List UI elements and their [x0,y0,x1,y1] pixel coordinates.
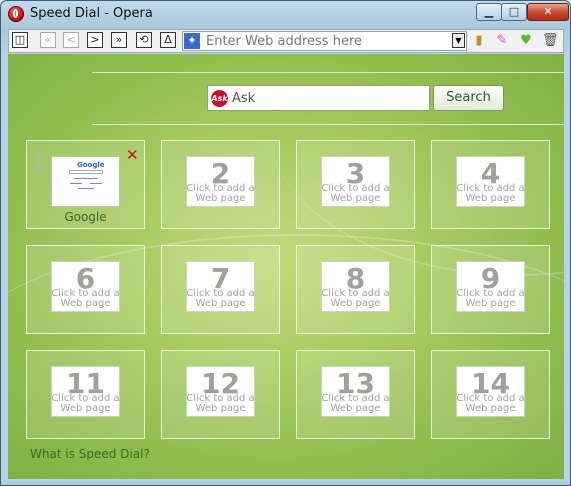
navigation-toolbar: ◫ « < > » ⟲ Δ ✦ Enter Web address here ▼… [8,29,564,53]
speed-dial-cell-12[interactable]: 12 Click to add a Web page [161,350,280,439]
add-page-hint: Click to add a Web page [51,393,120,414]
window-frame-bottom [1,479,570,485]
add-page-hint: Click to add a Web page [456,393,525,414]
divider [92,124,564,125]
notes-icon[interactable]: ▮ [471,33,487,49]
thumbnail-line [70,183,82,184]
dial-number: 1 [33,151,46,175]
speed-dial-page: Ask Ask Search 1 Google ✕ Google 2 Click… [8,54,564,479]
speed-dial-cell-11[interactable]: 11 Click to add a Web page [26,350,145,439]
add-page-hint: Click to add a Web page [321,183,390,204]
thumbnail-line [74,178,98,179]
wand-icon[interactable]: ✎ [494,33,510,49]
speed-dial-cell-3[interactable]: 3 Click to add a Web page [296,140,415,229]
speed-dial-cell-14[interactable]: 14 Click to add a Web page [431,350,550,439]
reload-button[interactable]: ⟲ [136,32,152,48]
opera-link-icon[interactable]: ♥ [518,33,534,49]
rewind-button[interactable]: « [40,32,56,48]
add-page-hint: Click to add a Web page [186,183,255,204]
dial-label[interactable]: Google [27,210,144,224]
title-bar[interactable]: Speed Dial - Opera ▁ □ ✕ [1,1,570,27]
address-input[interactable]: Enter Web address here [206,34,362,49]
thumbnail-logo: Google [77,161,105,169]
minimize-button[interactable]: ▁ [476,3,502,21]
address-bar[interactable]: ✦ Enter Web address here [182,31,467,51]
panels-toggle-button[interactable]: ◫ [12,32,28,48]
back-button[interactable]: < [63,32,79,48]
ask-logo-icon: Ask [211,90,228,107]
forward-button[interactable]: > [87,32,103,48]
browser-window: Speed Dial - Opera ▁ □ ✕ ◫ « < > » ⟲ Δ ✦… [0,0,571,486]
thumbnail-line [90,183,102,184]
speed-dial-cell-6[interactable]: 6 Click to add a Web page [26,245,145,334]
speed-dial-cell-7[interactable]: 7 Click to add a Web page [161,245,280,334]
speed-dial-cell-2[interactable]: 2 Click to add a Web page [161,140,280,229]
divider [92,72,564,73]
thumbnail-line [78,188,94,189]
speed-dial-cell-1[interactable]: 1 Google ✕ Google [26,140,145,229]
google-thumbnail: Google [51,156,120,207]
add-page-hint: Click to add a Web page [186,393,255,414]
speed-dial-page-icon: ✦ [184,33,200,49]
add-page-hint: Click to add a Web page [456,288,525,309]
address-dropdown-button[interactable]: ▼ [452,33,465,48]
remove-dial-icon[interactable]: ✕ [126,146,139,164]
add-page-hint: Click to add a Web page [51,288,120,309]
fast-forward-button[interactable]: » [111,32,127,48]
speed-dial-cell-9[interactable]: 9 Click to add a Web page [431,245,550,334]
trash-icon[interactable]: 🗑 [542,33,559,49]
opera-logo-icon [8,6,24,22]
close-button[interactable]: ✕ [527,3,569,21]
speed-dial-cell-8[interactable]: 8 Click to add a Web page [296,245,415,334]
window-title: Speed Dial - Opera [30,6,153,21]
speed-dial-cell-4[interactable]: 4 Click to add a Web page [431,140,550,229]
thumbnail-searchbar [69,170,103,174]
add-page-hint: Click to add a Web page [456,183,525,204]
home-button[interactable]: Δ [160,32,176,48]
search-button[interactable]: Search [433,85,504,111]
add-page-hint: Click to add a Web page [321,288,390,309]
speed-dial-cell-13[interactable]: 13 Click to add a Web page [296,350,415,439]
search-input[interactable]: Ask [232,91,255,106]
add-page-hint: Click to add a Web page [186,288,255,309]
search-field[interactable]: Ask Ask [207,85,430,111]
what-is-speed-dial-link[interactable]: What is Speed Dial? [30,447,150,461]
add-page-hint: Click to add a Web page [321,393,390,414]
maximize-button[interactable]: □ [501,3,527,21]
